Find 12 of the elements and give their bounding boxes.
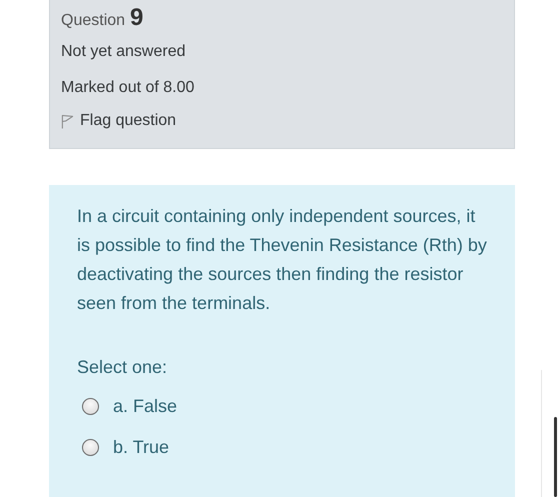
flag-question-link[interactable]: Flag question bbox=[61, 106, 514, 136]
question-number: 9 bbox=[130, 4, 144, 32]
question-status: Not yet answered bbox=[61, 42, 187, 62]
radio-button[interactable] bbox=[82, 438, 99, 456]
radio-button[interactable] bbox=[82, 398, 99, 414]
question-marks: Marked out of 8.00 bbox=[61, 78, 196, 98]
scrollbar[interactable] bbox=[554, 417, 557, 497]
question-text: In a circuit containing only independent sources, it is possible to find the Thevenin Resistance (Rth) by deactivating the sources then finding the resistor seen from the terminals. bbox=[77, 205, 487, 315]
option-label[interactable]: a. False bbox=[113, 396, 178, 416]
option-label[interactable]: b. True bbox=[113, 436, 170, 458]
select-prompt: Select one: bbox=[77, 356, 168, 379]
question-label: Question bbox=[61, 12, 126, 30]
